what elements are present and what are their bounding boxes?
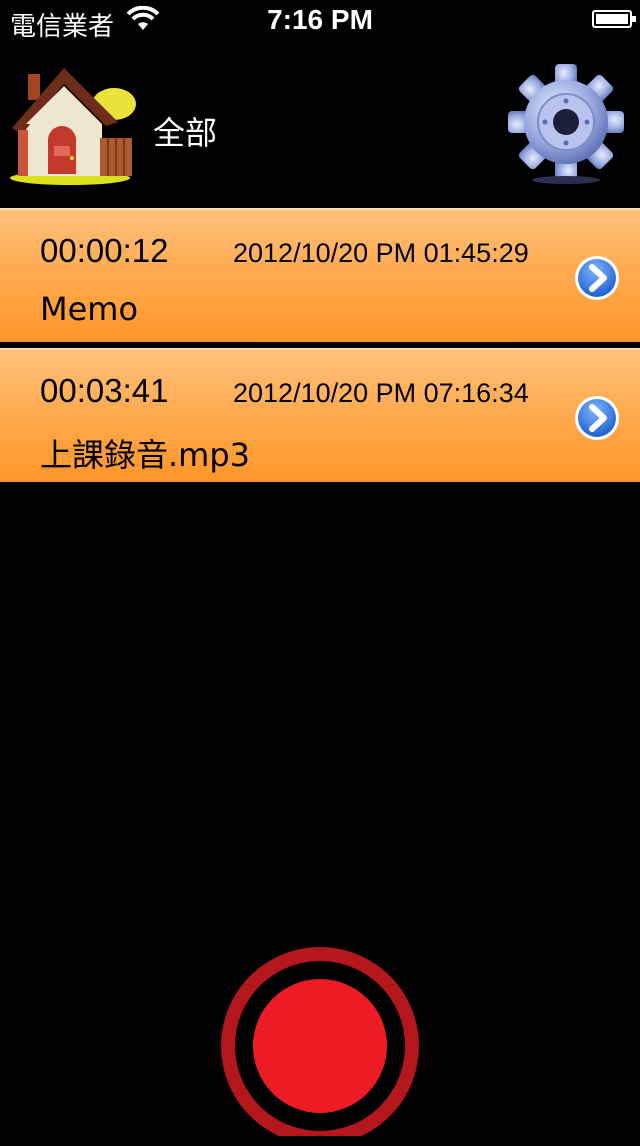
house-icon[interactable] (10, 64, 138, 186)
recording-date: 2012/10/20 PM 01:45:29 (233, 238, 529, 268)
chevron-right-icon[interactable] (573, 254, 621, 302)
gear-icon[interactable] (504, 62, 628, 186)
chevron-right-icon[interactable] (573, 394, 621, 442)
recording-date: 2012/10/20 PM 07:16:34 (233, 378, 529, 408)
recording-name: Memo (40, 290, 139, 328)
record-button[interactable] (220, 946, 420, 1146)
recording-duration: 00:00:12 (40, 232, 169, 269)
status-time: 7:16 PM (267, 4, 373, 35)
recordings-list: 00:00:12 2012/10/20 PM 01:45:29 Memo 00:… (0, 208, 640, 488)
recording-name: 上課錄音.mp3 (40, 436, 251, 474)
page-title: 全部 (153, 114, 218, 152)
recording-duration: 00:03:41 (40, 372, 169, 409)
recording-row[interactable]: 00:00:12 2012/10/20 PM 01:45:29 Memo (0, 208, 640, 342)
recording-row[interactable]: 00:03:41 2012/10/20 PM 07:16:34 上課錄音.mp3 (0, 348, 640, 482)
battery-icon (592, 10, 636, 28)
status-bar: 電信業者 7:16 PM (0, 0, 640, 42)
